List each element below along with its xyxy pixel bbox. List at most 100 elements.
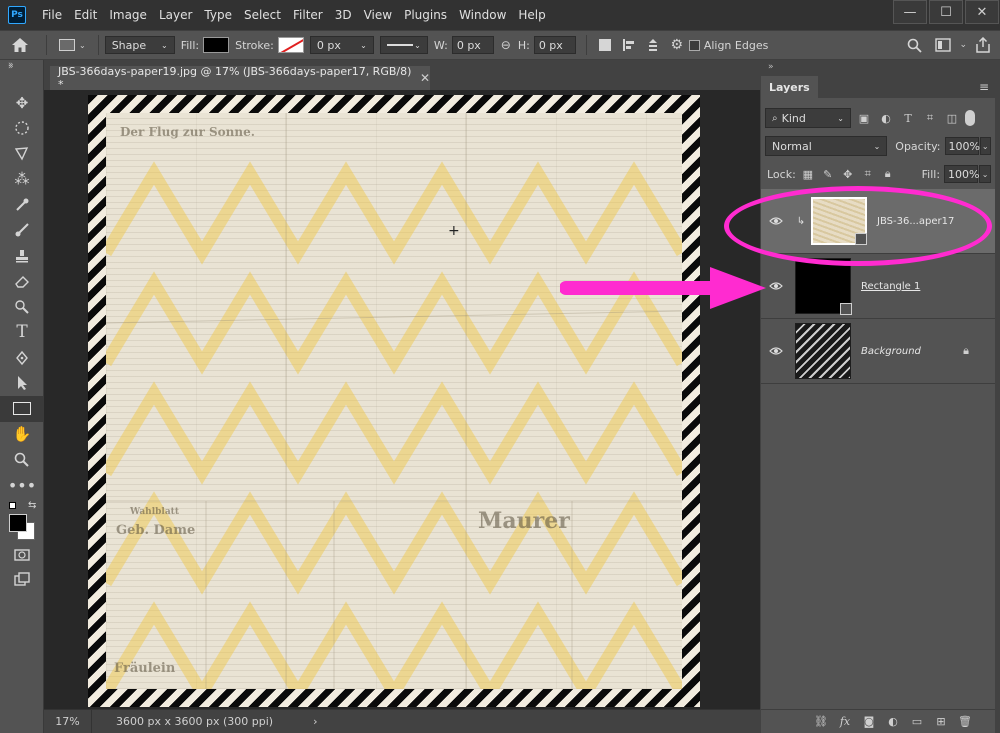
path-selection-icon[interactable] [0, 371, 44, 397]
chevron-right-icon[interactable]: › [313, 715, 317, 728]
zoom-level[interactable]: 17% [44, 709, 92, 733]
hamburger-menu-icon[interactable]: ≡ [979, 80, 989, 94]
link-layers-icon[interactable]: ⛓ [813, 714, 829, 730]
menu-file[interactable]: File [36, 0, 68, 30]
magic-wand-icon[interactable]: ⁂ [0, 167, 44, 193]
search-icon[interactable] [905, 36, 923, 54]
default-colors-icon[interactable] [9, 502, 16, 509]
eye-icon[interactable] [761, 281, 791, 291]
lock-pixels-icon[interactable]: ✎ [820, 166, 836, 182]
close-button[interactable]: ✕ [965, 0, 999, 24]
rectangle-tool-button[interactable] [0, 396, 44, 422]
marquee-tool-icon[interactable] [0, 116, 44, 142]
menu-plugins[interactable]: Plugins [398, 0, 453, 30]
path-operations-icon[interactable] [596, 36, 614, 54]
menu-view[interactable]: View [358, 0, 398, 30]
menu-help[interactable]: Help [512, 0, 551, 30]
image-filter-icon[interactable]: ▣ [855, 109, 873, 127]
chevron-down-icon[interactable]: ⌄ [959, 40, 967, 50]
maximize-button[interactable]: ☐ [929, 0, 963, 24]
more-tools-icon[interactable]: ••• [0, 473, 44, 499]
menu-edit[interactable]: Edit [68, 0, 103, 30]
foreground-color-swatch[interactable] [9, 514, 27, 532]
shape-filter-icon[interactable]: ⌗ [921, 109, 939, 127]
fill-color-swatch[interactable] [203, 37, 230, 53]
brush-tool-icon[interactable] [0, 218, 44, 244]
lock-transparency-icon[interactable]: ▦ [800, 166, 816, 182]
filter-toggle-icon[interactable] [965, 110, 975, 126]
opacity-input[interactable]: 100% [944, 137, 980, 155]
lock-all-icon[interactable]: 🔒︎ [880, 166, 896, 182]
chevron-down-icon[interactable]: ⌄ [979, 165, 992, 183]
move-tool-icon[interactable]: ✥ [0, 90, 44, 116]
tool-preset-picker[interactable]: ⌄ [53, 39, 92, 51]
hand-tool-icon[interactable]: ✋ [0, 422, 44, 448]
lasso-tool-icon[interactable] [0, 141, 44, 167]
canvas-area[interactable]: Der Flug zur Sonne. Wahlblatt Geb. Dame … [44, 90, 760, 709]
stroke-color-swatch[interactable] [277, 37, 304, 53]
lock-artboard-icon[interactable]: ⌗ [860, 166, 876, 182]
dodge-tool-icon[interactable] [0, 294, 44, 320]
menu-layer[interactable]: Layer [153, 0, 198, 30]
eraser-tool-icon[interactable] [0, 269, 44, 295]
lock-position-icon[interactable]: ✥ [840, 166, 856, 182]
width-input[interactable]: 0 px [451, 36, 494, 54]
share-icon[interactable] [974, 36, 992, 54]
menu-image[interactable]: Image [103, 0, 153, 30]
folder-icon[interactable]: ▭ [909, 714, 925, 730]
collapse-toolbar-icon[interactable]: » [0, 60, 43, 74]
stroke-type-dropdown[interactable]: ⌄ [379, 36, 428, 54]
fill-input[interactable]: 100% [944, 165, 980, 183]
document-tab[interactable]: JBS-366days-paper19.jpg @ 17% (JBS-366da… [50, 65, 430, 91]
smart-object-filter-icon[interactable]: ◫ [943, 109, 961, 127]
layer-row-paper[interactable]: ↳ JBS-36...aper17 [761, 189, 995, 254]
stamp-tool-icon[interactable] [0, 243, 44, 269]
blend-mode-dropdown[interactable]: Normal ⌄ [765, 136, 888, 156]
adjustment-layer-icon[interactable]: ◐ [885, 714, 901, 730]
zoom-tool-icon[interactable] [0, 447, 44, 473]
gear-icon[interactable]: ⚙ [668, 36, 686, 54]
link-icon[interactable]: ⊖ [497, 36, 515, 54]
adjustment-filter-icon[interactable]: ◐ [877, 109, 895, 127]
layer-name: Rectangle 1 [861, 280, 921, 292]
path-arrangement-icon[interactable] [644, 36, 662, 54]
menu-filter[interactable]: Filter [287, 0, 329, 30]
quick-mask-icon[interactable] [0, 542, 44, 568]
layer-row-background[interactable]: Background 🔒︎ [761, 319, 995, 384]
collapse-panels-icon[interactable]: » [8, 62, 14, 72]
menu-window[interactable]: Window [453, 0, 512, 30]
home-button[interactable] [0, 30, 40, 60]
height-input[interactable]: 0 px [533, 36, 576, 54]
layers-tab[interactable]: Layers [761, 76, 818, 98]
layer-row-rectangle[interactable]: Rectangle 1 [761, 254, 995, 319]
type-filter-icon[interactable]: T [899, 109, 917, 127]
stroke-width-field[interactable]: 0 px ⌄ [309, 36, 374, 54]
close-tab-icon[interactable]: ✕ [420, 71, 430, 85]
eye-icon[interactable] [761, 346, 791, 356]
filter-kind-dropdown[interactable]: ⌕ Kind ⌄ [765, 108, 851, 128]
tool-mode-dropdown[interactable]: Shape ⌄ [104, 36, 175, 54]
eyedropper-icon[interactable] [0, 192, 44, 218]
trash-icon[interactable]: 🗑︎ [957, 714, 973, 730]
menu-type[interactable]: Type [198, 0, 238, 30]
pen-tool-icon[interactable] [0, 345, 44, 371]
menu-select[interactable]: Select [238, 0, 287, 30]
eye-icon[interactable] [761, 216, 791, 226]
new-layer-icon[interactable]: ⊞ [933, 714, 949, 730]
chevron-down-icon[interactable]: ⌄ [979, 137, 991, 155]
minimize-button[interactable]: — [893, 0, 927, 24]
workspace-icon[interactable] [934, 36, 952, 54]
add-mask-icon[interactable]: ◙ [861, 714, 877, 730]
collapse-dock-icon[interactable]: » [768, 62, 774, 72]
align-edges-checkbox[interactable] [688, 39, 700, 51]
type-tool-icon[interactable]: T [0, 320, 44, 346]
lock-icon[interactable]: 🔒︎ [963, 344, 969, 358]
crosshair-cursor-icon: + [448, 223, 460, 239]
screen-mode-icon[interactable] [0, 568, 44, 594]
document-canvas[interactable]: Der Flug zur Sonne. Wahlblatt Geb. Dame … [88, 95, 700, 707]
swap-colors-icon[interactable]: ⇆ [28, 500, 36, 511]
layer-style-icon[interactable]: fx [837, 714, 853, 730]
color-swatches[interactable]: ⇆ [0, 500, 44, 542]
menu-3d[interactable]: 3D [329, 0, 358, 30]
path-alignment-icon[interactable] [620, 36, 638, 54]
